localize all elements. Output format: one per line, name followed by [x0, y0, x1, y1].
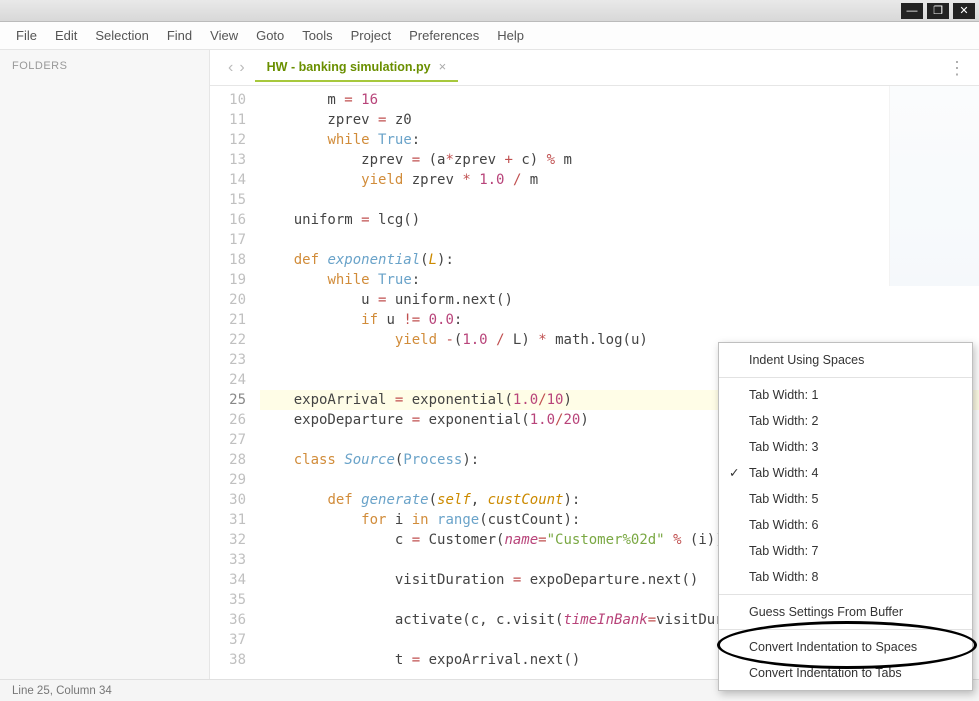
line-number: 37 [210, 630, 246, 650]
line-number: 32 [210, 530, 246, 550]
menu-item-tab-width[interactable]: Tab Width: 1 [719, 382, 972, 408]
menu-separator [719, 629, 972, 630]
close-tab-icon[interactable]: × [439, 59, 447, 74]
menu-item-tab-width[interactable]: Tab Width: 7 [719, 538, 972, 564]
menu-item-convert-to-tabs[interactable]: Convert Indentation to Tabs [719, 660, 972, 686]
line-number: 26 [210, 410, 246, 430]
line-number: 30 [210, 490, 246, 510]
line-number: 13 [210, 150, 246, 170]
menu-file[interactable]: File [16, 28, 37, 43]
code-line[interactable]: while True: [260, 130, 979, 150]
line-number: 38 [210, 650, 246, 670]
menu-item-tab-width[interactable]: Tab Width: 5 [719, 486, 972, 512]
code-line[interactable]: u = uniform.next() [260, 290, 979, 310]
menu-item-tab-width[interactable]: Tab Width: 2 [719, 408, 972, 434]
menu-item-convert-to-spaces[interactable]: Convert Indentation to Spaces [719, 634, 972, 660]
line-number: 19 [210, 270, 246, 290]
menu-item-tab-width[interactable]: Tab Width: 8 [719, 564, 972, 590]
line-number: 27 [210, 430, 246, 450]
menu-separator [719, 594, 972, 595]
menu-bar: File Edit Selection Find View Goto Tools… [0, 22, 979, 50]
menu-edit[interactable]: Edit [55, 28, 77, 43]
line-number: 14 [210, 170, 246, 190]
more-menu-icon[interactable]: ⋮ [948, 58, 965, 79]
menu-item-tab-width[interactable]: Tab Width: 3 [719, 434, 972, 460]
code-line[interactable]: uniform = lcg() [260, 210, 979, 230]
menu-selection[interactable]: Selection [95, 28, 148, 43]
line-number: 15 [210, 190, 246, 210]
code-line[interactable]: yield zprev * 1.0 / m [260, 170, 979, 190]
menu-goto[interactable]: Goto [256, 28, 284, 43]
menu-separator [719, 377, 972, 378]
line-number: 20 [210, 290, 246, 310]
indentation-context-menu: Indent Using Spaces Tab Width: 1Tab Widt… [718, 342, 973, 691]
code-line[interactable]: m = 16 [260, 90, 979, 110]
line-number: 36 [210, 610, 246, 630]
tab-row: ‹ › HW - banking simulation.py × ⋮ [210, 50, 979, 86]
line-number: 10 [210, 90, 246, 110]
code-line[interactable] [260, 190, 979, 210]
code-line[interactable]: zprev = (a*zprev + c) % m [260, 150, 979, 170]
line-number: 23 [210, 350, 246, 370]
nav-back-icon[interactable]: ‹ [228, 59, 233, 77]
line-number: 18 [210, 250, 246, 270]
menu-view[interactable]: View [210, 28, 238, 43]
menu-preferences[interactable]: Preferences [409, 28, 479, 43]
code-line[interactable]: if u != 0.0: [260, 310, 979, 330]
menu-find[interactable]: Find [167, 28, 192, 43]
sidebar-heading: FOLDERS [12, 60, 197, 72]
maximize-button[interactable]: ❐ [927, 3, 949, 19]
line-number: 16 [210, 210, 246, 230]
sidebar: FOLDERS [0, 50, 210, 679]
line-number: 11 [210, 110, 246, 130]
line-number: 21 [210, 310, 246, 330]
menu-item-guess-settings[interactable]: Guess Settings From Buffer [719, 599, 972, 625]
line-number: 29 [210, 470, 246, 490]
menu-item-tab-width[interactable]: Tab Width: 4 [719, 460, 972, 486]
line-gutter: 1011121314151617181920212223242526272829… [210, 86, 260, 674]
tab-label: HW - banking simulation.py [267, 60, 431, 74]
tab-file[interactable]: HW - banking simulation.py × [255, 53, 459, 82]
menu-help[interactable]: Help [497, 28, 524, 43]
code-line[interactable]: while True: [260, 270, 979, 290]
line-number: 35 [210, 590, 246, 610]
nav-forward-icon[interactable]: › [239, 59, 244, 77]
line-number: 34 [210, 570, 246, 590]
line-number: 25 [210, 390, 246, 410]
line-number: 24 [210, 370, 246, 390]
line-number: 22 [210, 330, 246, 350]
code-line[interactable] [260, 230, 979, 250]
minimap[interactable] [889, 86, 979, 286]
close-button[interactable]: ✕ [953, 3, 975, 19]
line-number: 33 [210, 550, 246, 570]
menu-tools[interactable]: Tools [302, 28, 332, 43]
main-window: — ❐ ✕ File Edit Selection Find View Goto… [0, 0, 979, 701]
line-number: 28 [210, 450, 246, 470]
menu-item-indent-using-spaces[interactable]: Indent Using Spaces [719, 347, 972, 373]
line-number: 17 [210, 230, 246, 250]
titlebar: — ❐ ✕ [0, 0, 979, 22]
code-line[interactable]: def exponential(L): [260, 250, 979, 270]
menu-item-tab-width[interactable]: Tab Width: 6 [719, 512, 972, 538]
code-line[interactable]: zprev = z0 [260, 110, 979, 130]
line-number: 12 [210, 130, 246, 150]
minimize-button[interactable]: — [901, 3, 923, 19]
cursor-position: Line 25, Column 34 [12, 685, 112, 697]
menu-project[interactable]: Project [351, 28, 391, 43]
line-number: 31 [210, 510, 246, 530]
